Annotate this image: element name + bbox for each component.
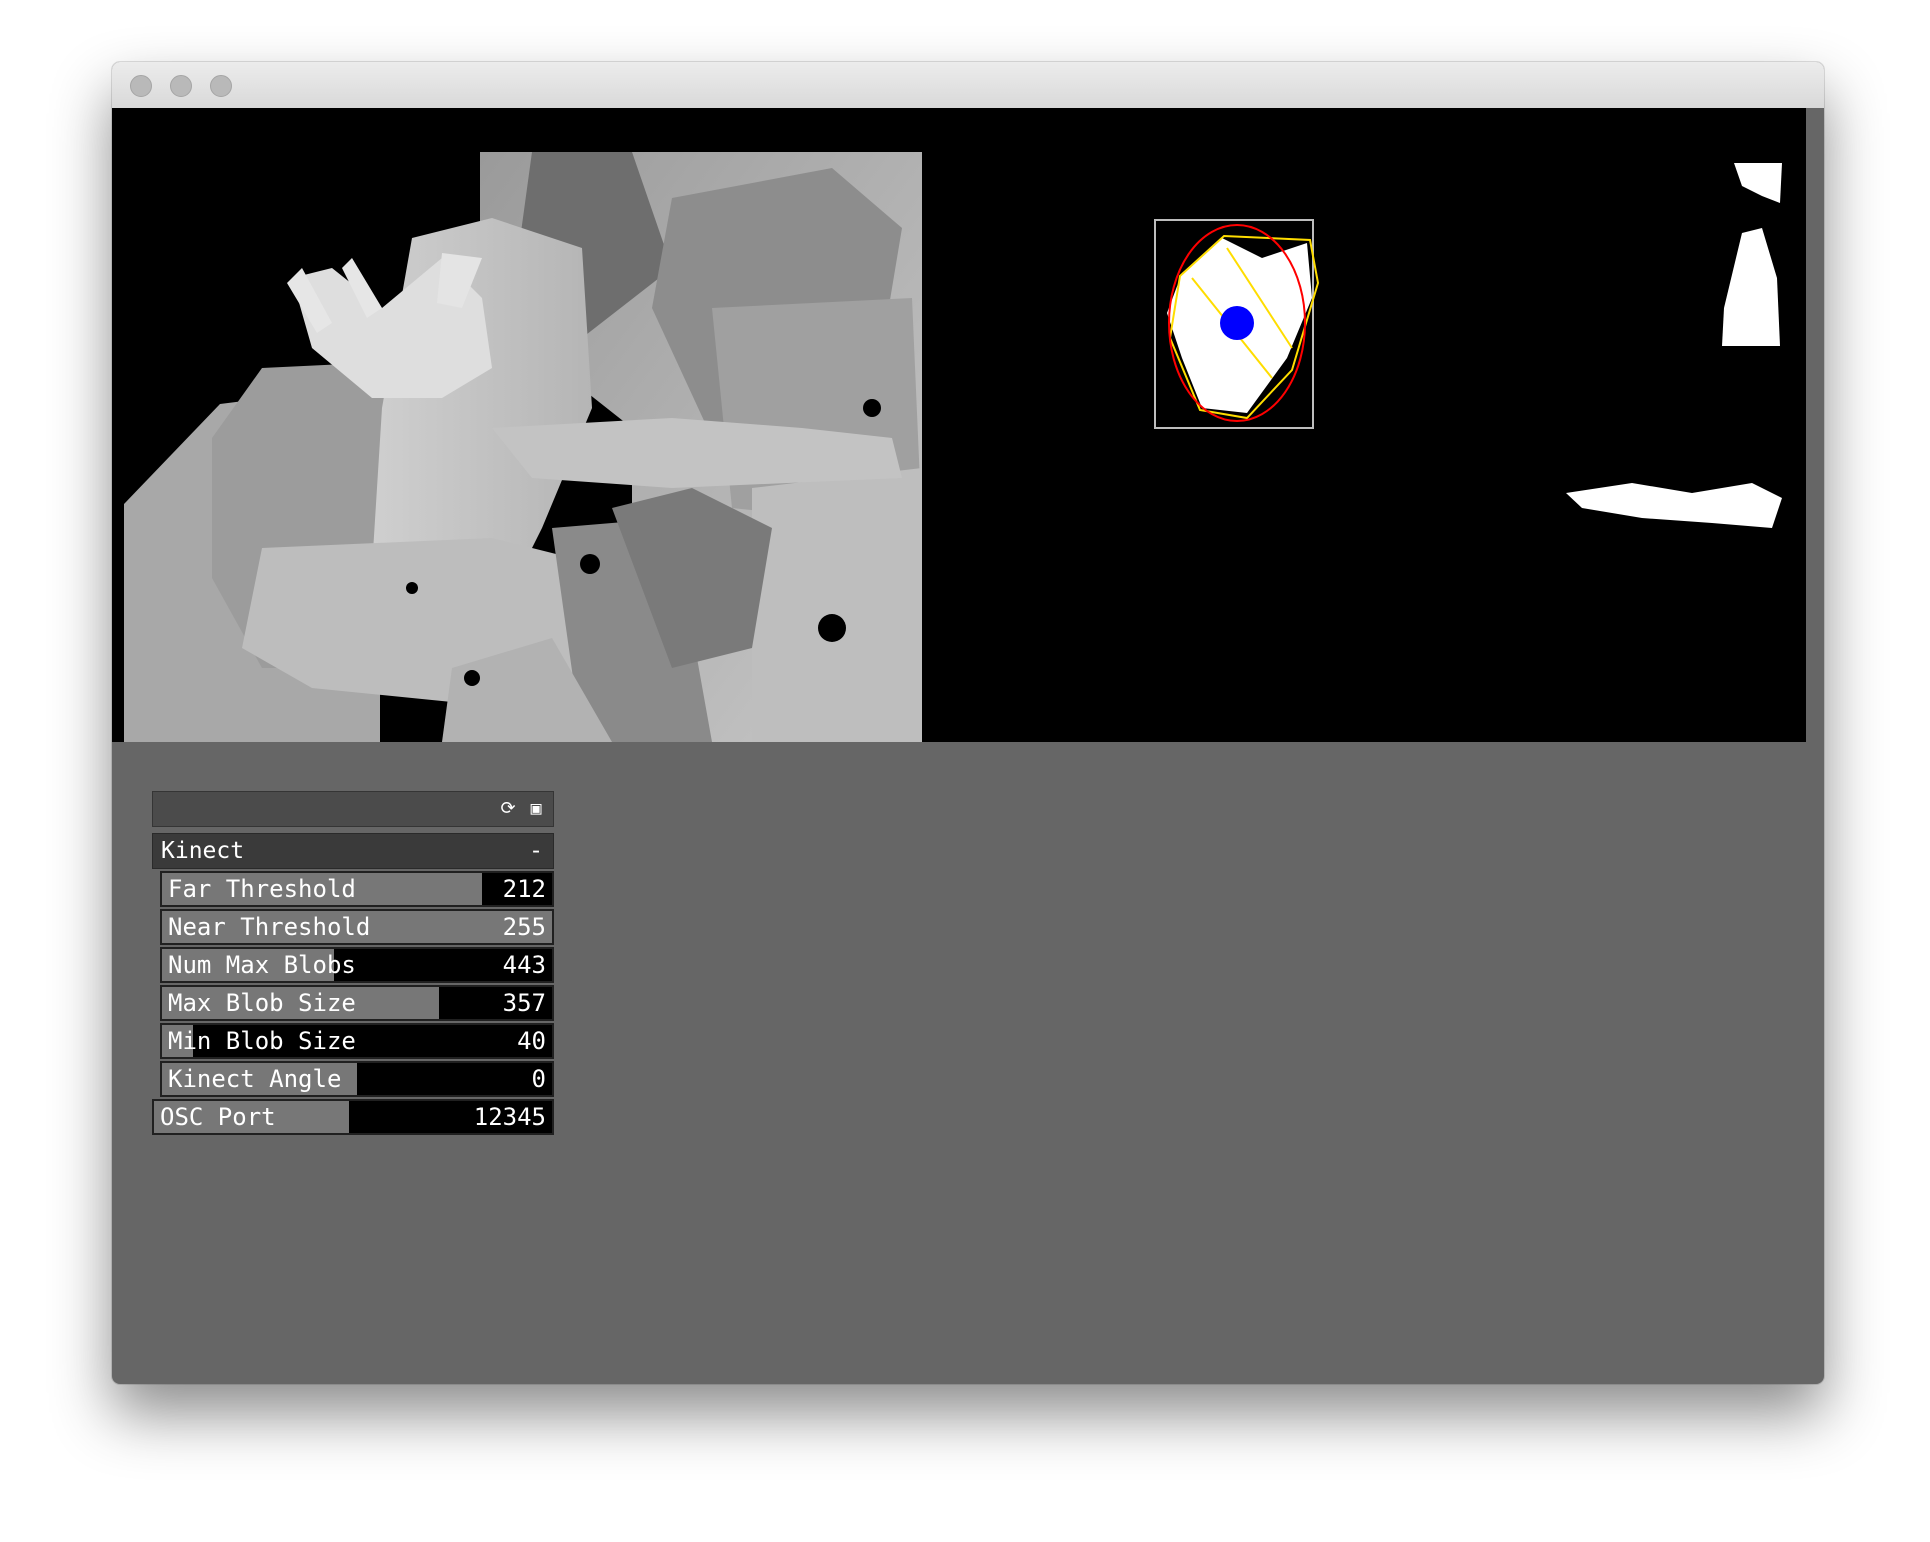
slider-label: OSC Port xyxy=(160,1103,276,1131)
slider-value: 255 xyxy=(502,913,546,941)
slider-label: Far Threshold xyxy=(168,875,356,903)
blob-centroid xyxy=(1220,306,1254,340)
slider-value: 40 xyxy=(517,1027,546,1055)
collapse-toggle[interactable]: - xyxy=(529,834,543,868)
slider-far-threshold[interactable]: Far Threshold 212 xyxy=(160,871,554,907)
group-header-kinect[interactable]: Kinect - xyxy=(152,833,554,869)
slider-value: 0 xyxy=(531,1065,546,1093)
slider-value: 443 xyxy=(502,951,546,979)
slider-label: Num Max Blobs xyxy=(168,951,356,979)
slider-value: 357 xyxy=(502,989,546,1017)
render-canvas xyxy=(112,108,1806,742)
slider-kinect-angle[interactable]: Kinect Angle 0 xyxy=(160,1061,554,1097)
slider-num-max-blobs[interactable]: Num Max Blobs 443 xyxy=(160,947,554,983)
slider-label: Min Blob Size xyxy=(168,1027,356,1055)
canvas-svg xyxy=(124,152,1806,742)
gui-panel: ⟳ ▣ Kinect - Far Threshold 212 Near Thre… xyxy=(152,791,554,1135)
close-button[interactable] xyxy=(130,75,152,97)
slider-osc-port[interactable]: OSC Port 12345 xyxy=(152,1099,554,1135)
app-window: ⟳ ▣ Kinect - Far Threshold 212 Near Thre… xyxy=(112,62,1824,1384)
depth-image xyxy=(124,152,1806,742)
slider-value: 12345 xyxy=(473,1103,546,1131)
title-bar xyxy=(112,62,1824,109)
minimize-button[interactable] xyxy=(170,75,192,97)
group-title: Kinect xyxy=(161,838,245,864)
canvas-edge xyxy=(1806,108,1824,742)
slider-min-blob-size[interactable]: Min Blob Size 40 xyxy=(160,1023,554,1059)
slider-near-threshold[interactable]: Near Threshold 255 xyxy=(160,909,554,945)
zoom-button[interactable] xyxy=(210,75,232,97)
reload-icon[interactable]: ⟳ xyxy=(497,798,519,820)
panel-header[interactable]: ⟳ ▣ xyxy=(152,791,554,827)
slider-label: Kinect Angle xyxy=(168,1065,342,1093)
slider-value: 212 xyxy=(502,875,546,903)
slider-label: Max Blob Size xyxy=(168,989,356,1017)
slider-label: Near Threshold xyxy=(168,913,371,941)
save-icon[interactable]: ▣ xyxy=(525,798,547,820)
slider-max-blob-size[interactable]: Max Blob Size 357 xyxy=(160,985,554,1021)
